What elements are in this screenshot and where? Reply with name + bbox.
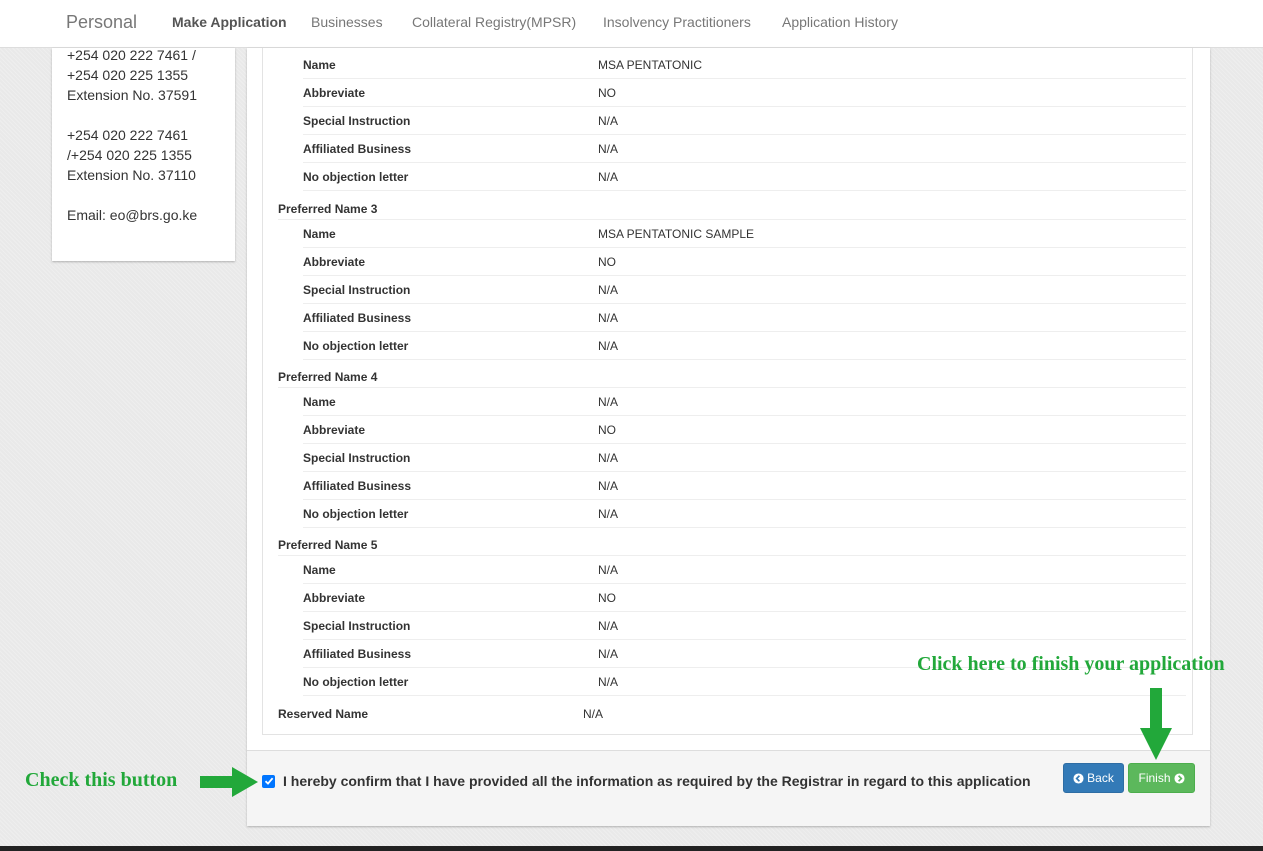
detail-row-special: Special Instruction N/A: [303, 612, 1186, 640]
contact-phone-1: +254 020 222 7461 /: [67, 47, 196, 63]
detail-label: Affiliated Business: [303, 479, 412, 493]
detail-label: No objection letter: [303, 170, 409, 184]
detail-row-abbreviate: Abbreviate NO: [303, 79, 1186, 107]
detail-label: Affiliated Business: [303, 647, 412, 661]
detail-row-affiliated: Affiliated Business N/A: [303, 472, 1186, 500]
detail-label: No objection letter: [303, 507, 409, 521]
detail-row-name: Name MSA PENTATONIC: [303, 51, 1186, 79]
chevron-circle-right-icon: [1173, 772, 1185, 784]
detail-row-abbreviate: Abbreviate NO: [303, 584, 1186, 612]
annotation-finish-application: Click here to finish your application: [917, 653, 1225, 675]
contact-extension-2: Extension No. 37110: [67, 167, 196, 183]
confirmation-footer: I hereby confirm that I have provided al…: [247, 750, 1210, 826]
nav-businesses[interactable]: Businesses: [311, 14, 383, 30]
finish-button[interactable]: Finish: [1128, 763, 1195, 793]
detail-row-objection: No objection letter N/A: [303, 163, 1186, 191]
finish-button-label: Finish: [1138, 771, 1171, 785]
detail-value: NO: [598, 255, 616, 269]
contact-card: +254 020 222 7461 / +254 020 225 1355 Ex…: [52, 47, 235, 261]
contact-extension-1: Extension No. 37591: [67, 87, 197, 103]
detail-row-objection: No objection letter N/A: [303, 332, 1186, 360]
detail-row-affiliated: Affiliated Business N/A: [303, 135, 1186, 163]
detail-value: N/A: [598, 395, 619, 409]
bottom-edge-bar: [0, 846, 1263, 851]
detail-row-abbreviate: Abbreviate NO: [303, 248, 1186, 276]
detail-value: NO: [598, 591, 616, 605]
detail-label: Special Instruction: [303, 451, 411, 465]
preferred-name-heading: Preferred Name 3: [278, 198, 1186, 220]
detail-value: N/A: [598, 563, 619, 577]
detail-value: N/A: [598, 647, 619, 661]
detail-label: Name: [303, 58, 336, 72]
back-button-label: Back: [1087, 771, 1114, 785]
detail-label: Affiliated Business: [303, 311, 412, 325]
detail-value: N/A: [598, 507, 619, 521]
detail-value: NO: [598, 86, 616, 100]
detail-value: N/A: [598, 114, 619, 128]
back-button[interactable]: Back: [1063, 763, 1124, 793]
nav-make-application[interactable]: Make Application: [172, 14, 287, 30]
nav-application-history[interactable]: Application History: [782, 14, 898, 30]
detail-row-affiliated: Affiliated Business N/A: [303, 304, 1186, 332]
arrow-down-icon: [1140, 688, 1172, 760]
detail-label: Abbreviate: [303, 423, 366, 437]
reserved-name-row: Reserved Name N/A: [278, 700, 1186, 728]
contact-email: Email: eo@brs.go.ke: [67, 207, 198, 223]
detail-row-objection: No objection letter N/A: [303, 500, 1186, 528]
brand-personal[interactable]: Personal: [66, 12, 137, 33]
detail-value: N/A: [598, 170, 619, 184]
detail-label: Special Instruction: [303, 619, 411, 633]
detail-value: N/A: [598, 339, 619, 353]
preferred-name-heading: Preferred Name 4: [278, 366, 1186, 388]
detail-value: N/A: [598, 479, 619, 493]
contact-phone-2: +254 020 225 1355: [67, 67, 189, 83]
confirm-text: I hereby confirm that I have provided al…: [283, 773, 1031, 789]
arrow-right-icon: [200, 767, 258, 797]
detail-label: Name: [303, 227, 336, 241]
detail-value: N/A: [598, 283, 619, 297]
detail-label: Affiliated Business: [303, 142, 412, 156]
detail-value: N/A: [598, 675, 619, 689]
detail-value: N/A: [598, 451, 619, 465]
checkmark-icon: [264, 777, 273, 785]
detail-label: Name: [303, 395, 336, 409]
detail-value: MSA PENTATONIC: [598, 58, 703, 72]
reserved-name-label: Reserved Name: [278, 707, 369, 721]
detail-row-name: Name N/A: [303, 556, 1186, 584]
detail-value: N/A: [598, 142, 619, 156]
detail-label: Name: [303, 563, 336, 577]
detail-label: No objection letter: [303, 675, 409, 689]
detail-value: N/A: [598, 311, 619, 325]
nav-insolvency-practitioners[interactable]: Insolvency Practitioners: [603, 14, 751, 30]
detail-label: No objection letter: [303, 339, 409, 353]
detail-row-name: Name N/A: [303, 388, 1186, 416]
detail-label: Abbreviate: [303, 255, 366, 269]
application-summary-panel: Name MSA PENTATONIC Abbreviate NO Special In…: [247, 48, 1210, 826]
contact-phone-3: +254 020 222 7461: [67, 127, 189, 143]
detail-label: Special Instruction: [303, 283, 411, 297]
detail-row-abbreviate: Abbreviate NO: [303, 416, 1186, 444]
detail-value: NO: [598, 423, 616, 437]
nav-collateral-registry[interactable]: Collateral Registry(MPSR): [412, 14, 576, 30]
confirm-checkbox-label[interactable]: I hereby confirm that I have provided al…: [262, 773, 1031, 789]
preferred-name-heading: Preferred Name 5: [278, 534, 1186, 556]
detail-value: N/A: [598, 619, 619, 633]
detail-value: MSA PENTATONIC SAMPLE: [598, 227, 755, 241]
annotation-check-button: Check this button: [25, 769, 178, 791]
chevron-circle-left-icon: [1073, 772, 1084, 784]
detail-row-special: Special Instruction N/A: [303, 276, 1186, 304]
contact-phone-4: /+254 020 225 1355: [67, 147, 192, 163]
preferred-names-section: Name MSA PENTATONIC Abbreviate NO Special In…: [262, 48, 1193, 735]
reserved-name-value: N/A: [583, 707, 604, 721]
detail-row-special: Special Instruction N/A: [303, 444, 1186, 472]
detail-label: Special Instruction: [303, 114, 411, 128]
detail-label: Abbreviate: [303, 591, 366, 605]
detail-row-special: Special Instruction N/A: [303, 107, 1186, 135]
detail-row-name: Name MSA PENTATONIC SAMPLE: [303, 220, 1186, 248]
top-navbar: Personal Make Application Businesses Col…: [0, 0, 1263, 48]
confirm-checkbox[interactable]: [262, 774, 275, 788]
detail-label: Abbreviate: [303, 86, 366, 100]
